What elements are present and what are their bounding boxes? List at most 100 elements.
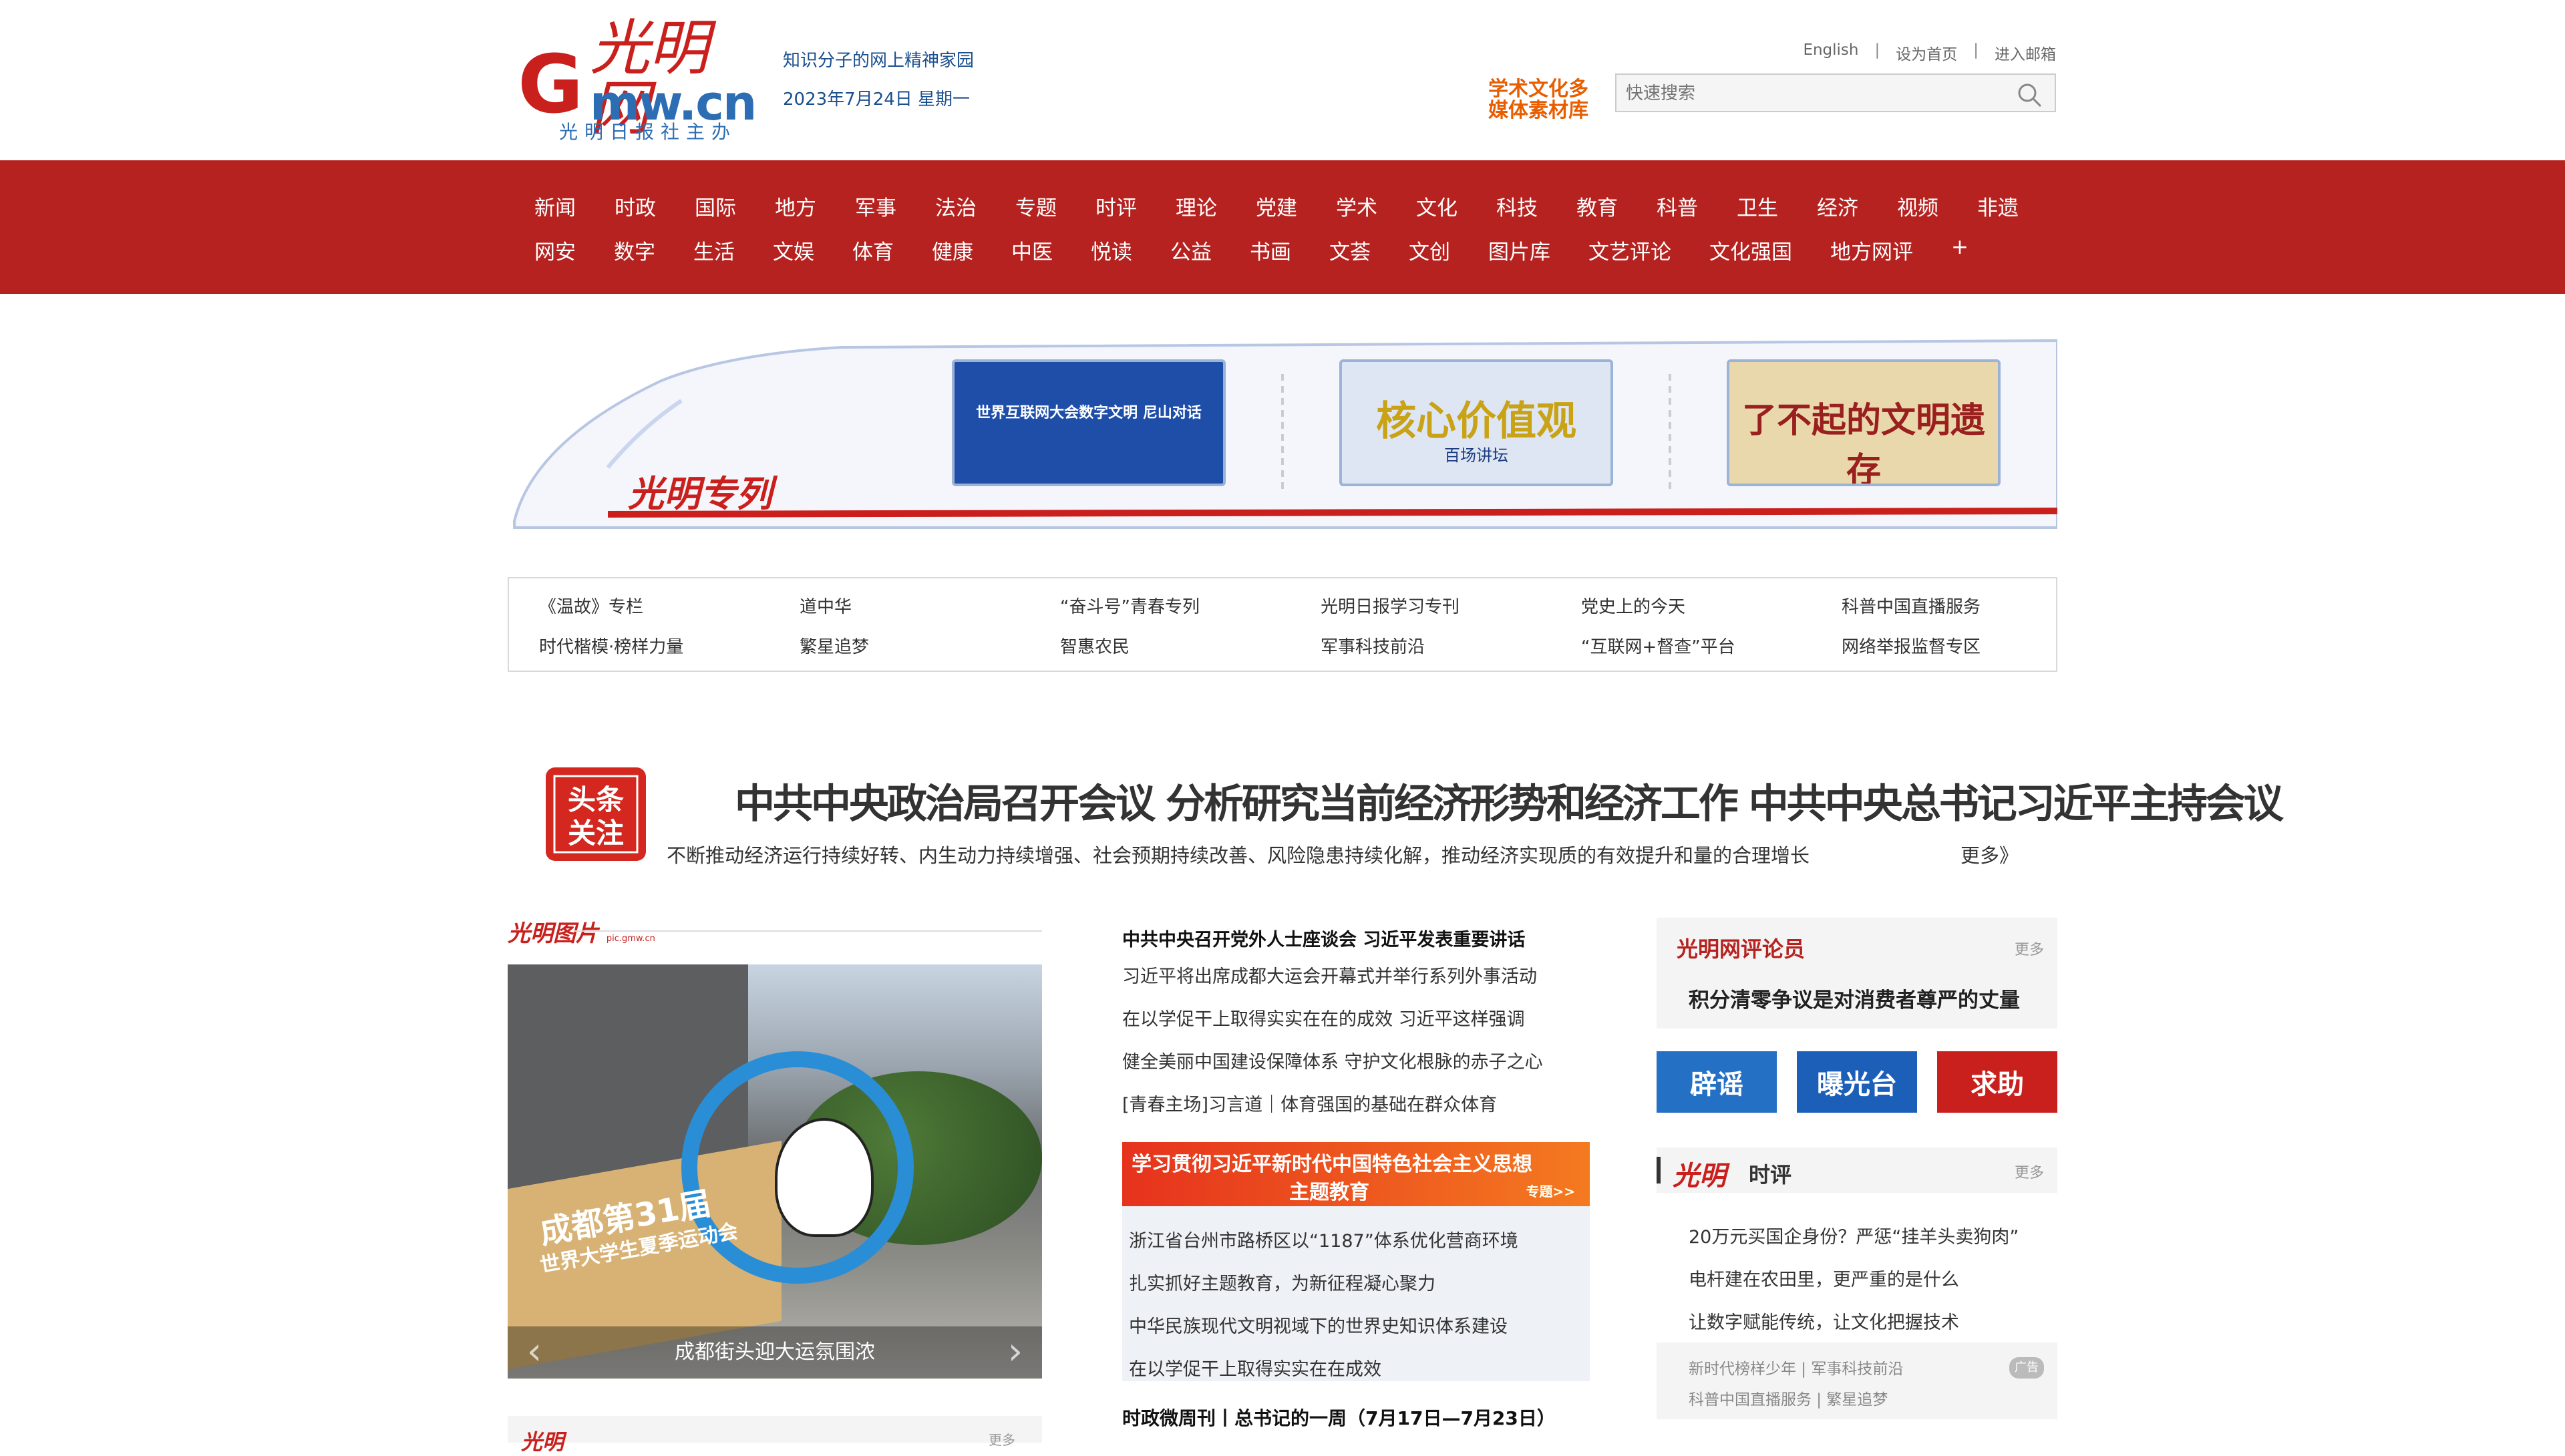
nav-item[interactable]: 文创 <box>1409 235 1450 265</box>
nav-item[interactable]: + <box>1951 235 1969 265</box>
list-item[interactable]: 习近平将出席成都大运会开幕式并举行系列外事活动 <box>1122 962 1543 1005</box>
list-item[interactable]: 扎实抓好主题教育，为新征程凝心聚力 <box>1129 1269 1435 1295</box>
nav-item[interactable]: 文化 <box>1416 191 1458 221</box>
train-card-3[interactable]: 了不起的文明遗存 <box>1727 359 2001 486</box>
english-link[interactable]: English <box>1803 41 1858 64</box>
nav-item[interactable]: 非遗 <box>1977 191 2019 221</box>
chevron-right-icon[interactable]: › <box>1002 1332 1029 1372</box>
exposure-button[interactable]: 曝光台 <box>1797 1051 1917 1113</box>
nav-item[interactable]: 健康 <box>932 235 973 265</box>
list-item[interactable]: 中华民族现代文明视域下的世界史知识体系建设 <box>1129 1312 1508 1338</box>
list-item[interactable]: 电杆建在农田里，更严重的是什么 <box>1689 1265 2019 1308</box>
banner-link: 专题>> <box>1526 1184 1575 1200</box>
nav-item[interactable]: 体育 <box>852 235 894 265</box>
picture-label-sub: pic.gmw.cn <box>606 934 655 944</box>
photo-panda-mascot <box>775 1118 874 1237</box>
weekly-news-link[interactable]: 时政微周刊丨总书记的一周（7月17日—7月23日） <box>1122 1404 1556 1431</box>
ad-links-row-2[interactable]: 科普中国直播服务 | 繁星追梦 <box>1689 1387 1888 1409</box>
nav-item[interactable]: 文化强国 <box>1709 235 1792 265</box>
special-link[interactable]: 道中华 <box>800 593 1060 618</box>
nav-item[interactable]: 悦读 <box>1091 235 1132 265</box>
nav-item[interactable]: 文娱 <box>773 235 814 265</box>
nav-item[interactable]: 军事 <box>855 191 896 221</box>
special-link[interactable]: 军事科技前沿 <box>1321 633 1581 658</box>
train-card-2[interactable]: 核心价值观 百场讲坛 <box>1339 359 1613 486</box>
nav-item[interactable]: 生活 <box>693 235 735 265</box>
nav-item[interactable]: 文荟 <box>1329 235 1371 265</box>
nav-item[interactable]: 经济 <box>1817 191 1858 221</box>
ad-links-row-1[interactable]: 新时代榜样少年 | 军事科技前沿 <box>1689 1356 1903 1379</box>
review-more-link[interactable]: 更多 <box>2015 1161 2044 1182</box>
nav-item[interactable]: 中医 <box>1011 235 1053 265</box>
train-label: 光明专列 <box>628 473 772 515</box>
nav-item[interactable]: 学术 <box>1336 191 1377 221</box>
mid-top-headline[interactable]: 中共中央召开党外人士座谈会 习近平发表重要讲话 <box>1122 925 1525 951</box>
headline-more-link[interactable]: 更多》 <box>1960 840 2019 868</box>
nav-item[interactable]: 新闻 <box>534 191 576 221</box>
chevron-left-icon[interactable]: ‹ <box>521 1332 548 1372</box>
special-link[interactable]: “奋斗号”青春专列 <box>1060 593 1321 618</box>
nav-item[interactable]: 法治 <box>935 191 977 221</box>
headline-title[interactable]: 中共中央政治局召开会议 分析研究当前经济形势和经济工作 中共中央总书记习近平主持… <box>735 771 2284 830</box>
special-link[interactable]: 智惠农民 <box>1060 633 1321 658</box>
nav-item[interactable]: 时政 <box>615 191 656 221</box>
special-link[interactable]: 网络举报监督专区 <box>1842 633 2102 658</box>
study-education-banner[interactable]: 学习贯彻习近平新时代中国特色社会主义思想 主题教育 专题>> <box>1122 1142 1590 1206</box>
logo-subtitle: 光明日报社主办 <box>559 121 737 143</box>
nav-item[interactable]: 教育 <box>1576 191 1618 221</box>
site-logo[interactable]: G 光明网 mw.cn 光明日报社主办 <box>518 19 765 144</box>
list-item[interactable]: 健全美丽中国建设保障体系 守护文化根脉的赤子之心 <box>1122 1047 1543 1090</box>
search-icon[interactable] <box>2016 81 2043 108</box>
photo-carousel[interactable]: 成都第31届 世界大学生夏季运动会 成都街头迎大运氛围浓 ‹ › <box>508 964 1042 1379</box>
special-link[interactable]: 《温故》专栏 <box>539 593 800 618</box>
special-link[interactable]: 党史上的今天 <box>1581 593 1842 618</box>
nav-item[interactable]: 卫生 <box>1737 191 1778 221</box>
search-input[interactable] <box>1624 80 2001 107</box>
nav-item[interactable]: 党建 <box>1256 191 1297 221</box>
list-item[interactable]: 在以学促干上取得实实在在成效 <box>1129 1354 1381 1381</box>
nav-item[interactable]: 公益 <box>1170 235 1212 265</box>
special-link[interactable]: 时代楷模·榜样力量 <box>539 633 800 658</box>
rumor-refute-button[interactable]: 辟谣 <box>1657 1051 1777 1113</box>
special-link[interactable]: “互联网+督查”平台 <box>1581 633 1842 658</box>
nav-item[interactable]: 时评 <box>1095 191 1137 221</box>
list-item[interactable]: 在以学促干上取得实实在在的成效 习近平这样强调 <box>1122 1005 1543 1047</box>
nav-item[interactable]: 科技 <box>1496 191 1538 221</box>
ad-tag: 广告 <box>2009 1357 2044 1379</box>
help-button[interactable]: 求助 <box>1937 1051 2057 1113</box>
nav-item[interactable]: 图片库 <box>1488 235 1550 265</box>
commentator-box: 光明网评论员 更多 积分清零争议是对消费者尊严的丈量 <box>1657 918 2057 1029</box>
commentator-article[interactable]: 积分清零争议是对消费者尊严的丈量 <box>1689 983 2020 1013</box>
nav-item[interactable]: 理论 <box>1176 191 1217 221</box>
nav-item[interactable]: 地方 <box>775 191 816 221</box>
ad-box: 新时代榜样少年 | 军事科技前沿 科普中国直播服务 | 繁星追梦 广告 <box>1657 1342 2057 1419</box>
nav-item[interactable]: 地方网评 <box>1830 235 1913 265</box>
list-item[interactable]: 浙江省台州市路桥区以“1187”体系优化营商环境 <box>1129 1226 1518 1252</box>
commentator-more-link[interactable]: 更多 <box>2015 938 2044 959</box>
academic-library-link[interactable]: 学术文化多媒体素材库 <box>1488 79 1595 121</box>
nav-item[interactable]: 数字 <box>614 235 655 265</box>
special-link[interactable]: 光明日报学习专刊 <box>1321 593 1581 618</box>
nav-item[interactable]: 专题 <box>1015 191 1057 221</box>
special-link[interactable]: 科普中国直播服务 <box>1842 593 2102 618</box>
special-links-grid: 《温故》专栏 道中华 “奋斗号”青春专列 光明日报学习专刊 党史上的今天 科普中国直播服务… <box>508 577 2057 672</box>
badge-line-1: 头条 <box>568 783 624 816</box>
train-card-1[interactable]: 世界互联网大会数字文明 尼山对话 <box>952 359 1226 486</box>
section-more-link[interactable]: 更多 <box>989 1429 1015 1449</box>
nav-item[interactable]: 书画 <box>1250 235 1291 265</box>
headline-subtitle[interactable]: 不断推动经济运行持续好转、内生动力持续增强、社会预期持续改善、风险隐患持续化解，… <box>667 840 1810 868</box>
banner-title: 学习贯彻习近平新时代中国特色社会主义思想 <box>1132 1153 1532 1176</box>
main-navigation: 新闻 时政 国际 地方 军事 法治 专题 时评 理论 党建 学术 文化 科技 教育 科普 卫生 经济 视频 非遗 网… <box>0 160 2565 294</box>
nav-item[interactable]: 国际 <box>695 191 736 221</box>
list-item[interactable]: [青春主场]习言道｜体育强国的基础在群众体育 <box>1122 1090 1543 1133</box>
nav-item[interactable]: 视频 <box>1897 191 1938 221</box>
email-link[interactable]: 进入邮箱 <box>1995 41 2056 64</box>
nav-item[interactable]: 网安 <box>534 235 576 265</box>
divider <box>574 930 1042 932</box>
photo-caption[interactable]: 成都街头迎大运氛围浓 <box>508 1326 1042 1379</box>
nav-item[interactable]: 科普 <box>1657 191 1698 221</box>
special-link[interactable]: 繁星追梦 <box>800 633 1060 658</box>
nav-item[interactable]: 文艺评论 <box>1588 235 1671 265</box>
set-homepage-link[interactable]: 设为首页 <box>1896 41 1957 64</box>
list-item[interactable]: 20万元买国企身份？严惩“挂羊头卖狗肉” <box>1689 1222 2019 1265</box>
